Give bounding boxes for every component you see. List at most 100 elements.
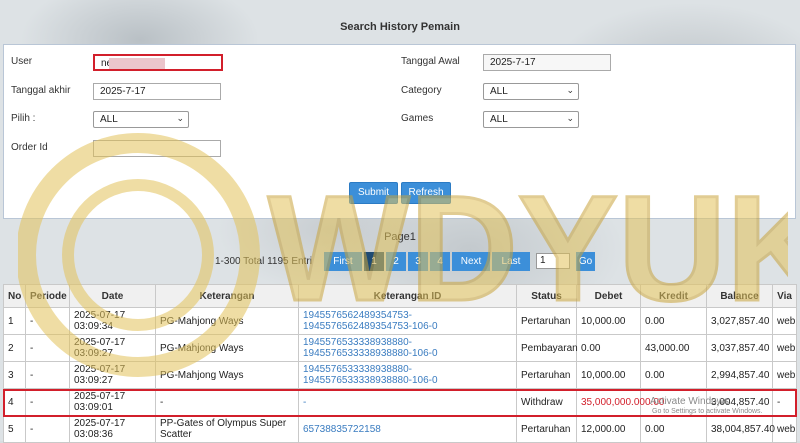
col-header-balance[interactable]: Balance — [706, 284, 773, 308]
page-number-input[interactable]: 1 — [536, 253, 570, 269]
user-input[interactable]: ne — [93, 54, 223, 71]
col-header-keterangan[interactable]: Keterangan — [155, 284, 299, 308]
page-button-3[interactable]: 3 — [408, 252, 428, 271]
cell-kredit: 0.00 — [640, 415, 707, 443]
cell-date: 2025-07-17 03:09:27 — [69, 334, 156, 362]
chevron-down-icon: ⌄ — [566, 113, 574, 123]
cell-debet: 10,000.00 — [576, 361, 641, 389]
col-header-keterangan-id[interactable]: Keterangan ID — [298, 284, 517, 308]
cell-debet: 12,000.00 — [576, 415, 641, 443]
search-form-panel: User ne Tanggal akhir 2025-7-17 Pilih : … — [3, 44, 796, 219]
cell-keterangan-id-link[interactable]: 1945576533338938880-1945576533338938880-… — [298, 361, 517, 389]
cell-periode: - — [25, 361, 70, 389]
cell-keterangan: PP-Gates of Olympus Super Scatter — [155, 415, 299, 443]
cell-via: - — [772, 388, 797, 416]
cell-periode: - — [25, 388, 70, 416]
activate-windows-notice: Activate Windows — [650, 396, 729, 407]
col-header-date[interactable]: Date — [69, 284, 156, 308]
cell-via: web — [772, 361, 797, 389]
cell-date: 2025-07-17 03:08:36 — [69, 415, 156, 443]
page-button-1[interactable]: 1 — [364, 252, 384, 271]
table-row: 3 - 2025-07-17 03:09:27 PG-Mahjong Ways … — [3, 361, 797, 389]
cell-via: web — [772, 307, 797, 335]
cell-no: 4 — [3, 388, 26, 416]
cell-no: 1 — [3, 307, 26, 335]
cell-balance: 38,004,857.40 — [706, 415, 775, 443]
pilih-select-value: ALL — [100, 114, 118, 125]
category-select-value: ALL — [490, 86, 508, 97]
cell-debet: 35,000,000.00 — [576, 388, 645, 416]
table-row: 1 - 2025-07-17 03:09:34 PG-Mahjong Ways … — [3, 307, 797, 335]
page-button-2[interactable]: 2 — [386, 252, 406, 271]
tanggal-awal-input[interactable]: 2025-7-17 — [483, 54, 611, 71]
cell-status: Pembayaran — [516, 334, 578, 362]
cell-balance: 2,994,857.40 — [706, 361, 773, 389]
cell-periode: - — [25, 415, 70, 443]
submit-button[interactable]: Submit — [349, 182, 398, 204]
table-header-row: No Periode Date Keterangan Keterangan ID… — [3, 284, 797, 308]
cell-keterangan: PG-Mahjong Ways — [155, 334, 299, 362]
cell-balance: 3,037,857.40 — [706, 334, 773, 362]
tanggal-awal-label: Tanggal Awal — [401, 56, 460, 67]
tanggal-akhir-input[interactable]: 2025-7-17 — [93, 83, 221, 100]
cell-debet: 10,000.00 — [576, 307, 641, 335]
history-table: No Periode Date Keterangan Keterangan ID… — [3, 284, 797, 443]
cell-no: 3 — [3, 361, 26, 389]
col-header-periode[interactable]: Periode — [25, 284, 70, 308]
pilih-select[interactable]: ALL ⌄ — [93, 111, 189, 128]
redaction-mask — [109, 58, 165, 69]
col-header-debet[interactable]: Debet — [576, 284, 641, 308]
games-select-value: ALL — [490, 114, 508, 125]
chevron-down-icon: ⌄ — [566, 85, 574, 95]
category-label: Category — [401, 85, 442, 96]
cell-status: Pertaruhan — [516, 307, 577, 335]
page-indicator: Page1 — [384, 231, 416, 243]
col-header-via[interactable]: Via — [772, 284, 797, 308]
cell-date: 2025-07-17 03:09:27 — [69, 361, 156, 389]
refresh-button[interactable]: Refresh — [401, 182, 451, 204]
page-title: Search History Pemain — [340, 21, 460, 33]
cell-date: 2025-07-17 03:09:01 — [69, 388, 156, 416]
cell-status: Pertaruhan — [516, 361, 577, 389]
table-row: 2 - 2025-07-17 03:09:27 PG-Mahjong Ways … — [3, 334, 797, 362]
col-header-no[interactable]: No — [3, 284, 26, 308]
cell-debet: 0.00 — [576, 334, 641, 362]
games-select[interactable]: ALL ⌄ — [483, 111, 579, 128]
pilih-label: Pilih : — [11, 113, 36, 124]
user-label: User — [11, 56, 33, 67]
col-header-status[interactable]: Status — [516, 284, 577, 308]
cell-periode: - — [25, 307, 70, 335]
cell-keterangan: PG-Mahjong Ways — [155, 361, 299, 389]
cell-keterangan: PG-Mahjong Ways — [155, 307, 299, 335]
cell-status: Pertaruhan — [516, 415, 577, 443]
cell-keterangan-id-link[interactable]: 65738835722158 — [298, 415, 517, 443]
cell-keterangan-id-link[interactable]: 1945576533338938880-1945576533338938880-… — [298, 334, 517, 362]
cell-no: 5 — [3, 415, 26, 443]
cell-kredit: 43,000.00 — [640, 334, 707, 362]
page-button-4[interactable]: 4 — [430, 252, 450, 271]
cell-keterangan-id-link[interactable]: - — [298, 388, 517, 416]
games-label: Games — [401, 113, 434, 124]
next-page-button[interactable]: Next — [452, 252, 490, 271]
cell-via: web — [772, 334, 797, 362]
activate-windows-subtext: Go to Settings to activate Windows. — [652, 408, 763, 415]
cell-no: 2 — [3, 334, 26, 362]
last-page-button[interactable]: Last — [492, 252, 530, 271]
cell-balance: 3,027,857.40 — [706, 307, 773, 335]
cell-keterangan: - — [155, 388, 299, 416]
cell-keterangan-id-link[interactable]: 1945576562489354753-1945576562489354753-… — [298, 307, 517, 335]
category-select[interactable]: ALL ⌄ — [483, 83, 579, 100]
entries-info: 1-300 Total 1195 Entri — [215, 256, 312, 267]
first-page-button[interactable]: First — [324, 252, 362, 271]
cell-kredit: 0.00 — [640, 307, 707, 335]
go-button[interactable]: Go — [576, 252, 595, 271]
cell-status: Withdraw — [516, 388, 577, 416]
cell-date: 2025-07-17 03:09:34 — [69, 307, 156, 335]
table-row: 5 - 2025-07-17 03:08:36 PP-Gates of Olym… — [3, 415, 797, 443]
order-id-input[interactable] — [93, 140, 221, 157]
chevron-down-icon: ⌄ — [176, 113, 184, 123]
cell-kredit: 0.00 — [640, 361, 707, 389]
order-id-label: Order Id — [11, 142, 48, 153]
col-header-kredit[interactable]: Kredit — [640, 284, 707, 308]
cell-via: web — [772, 415, 797, 443]
